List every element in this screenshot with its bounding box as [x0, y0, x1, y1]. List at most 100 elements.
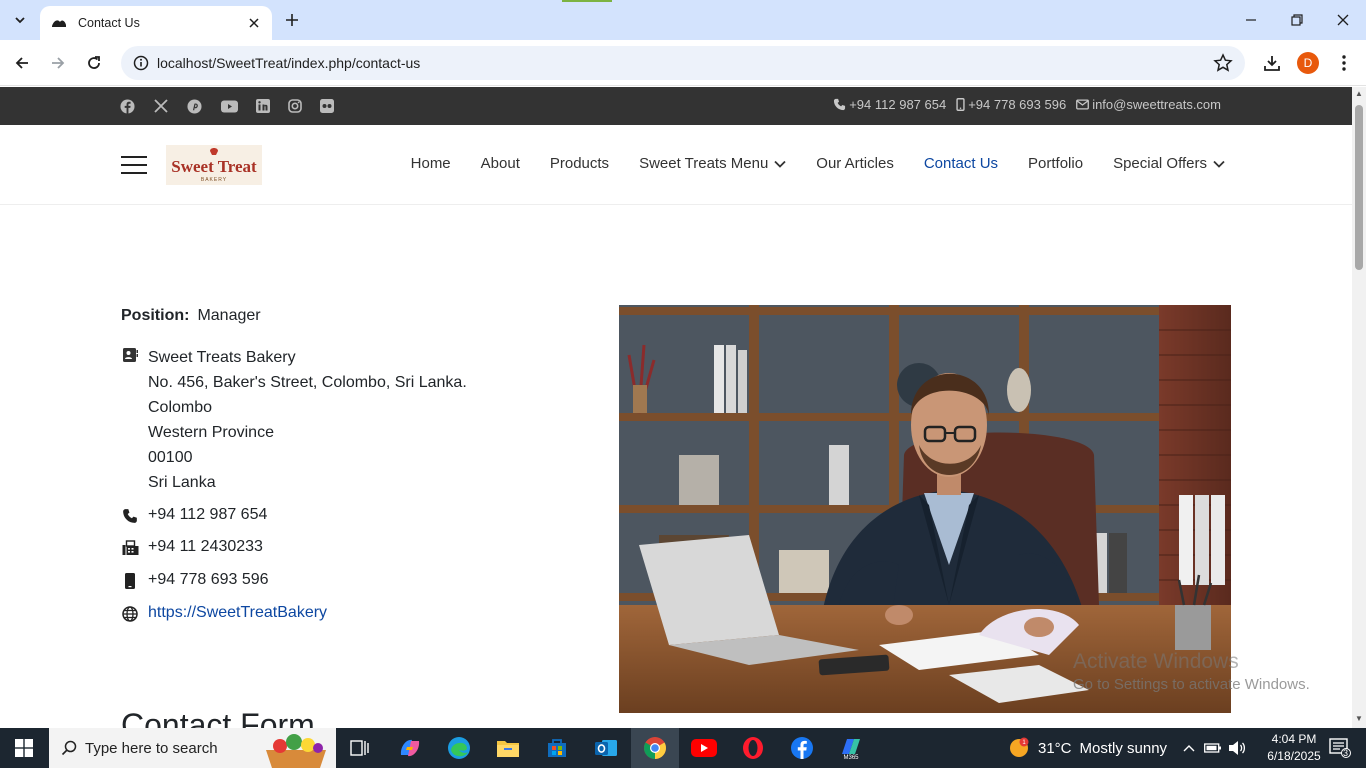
taskbar-facebook[interactable]: [778, 728, 826, 768]
taskbar-opera[interactable]: [729, 728, 777, 768]
start-button[interactable]: [0, 728, 48, 768]
web-page: +94 112 987 654 +94 778 693 596 info@swe…: [0, 87, 1352, 728]
browser-toolbar: localhost/SweetTreat/index.php/contact-u…: [0, 40, 1366, 86]
taskbar-search[interactable]: Type here to search: [49, 728, 336, 768]
taskbar-microsoft365[interactable]: M365: [827, 728, 875, 768]
taskbar-weather[interactable]: 1 31°C Mostly sunny: [1008, 728, 1167, 768]
search-highlight-fruit-icon: [266, 734, 326, 768]
nav-special-offers[interactable]: Special Offers: [1113, 155, 1225, 172]
contact-address: Sweet Treats Bakery No. 456, Baker's Str…: [121, 345, 467, 495]
top-contact-info: +94 112 987 654 +94 778 693 596 info@swe…: [833, 97, 1221, 112]
browser-tab[interactable]: Contact Us: [40, 6, 272, 40]
site-header: Sweet Treat BAKERY Home About Products S…: [0, 125, 1352, 205]
mobile-value: +94 778 693 596: [148, 571, 269, 588]
taskbar-store[interactable]: [533, 728, 581, 768]
taskbar-chrome[interactable]: [631, 728, 679, 768]
x-icon[interactable]: [152, 97, 170, 115]
bookmark-star-icon[interactable]: [1213, 53, 1233, 73]
forward-button[interactable]: [46, 51, 70, 75]
mobile-phone-icon: [121, 572, 139, 590]
restore-button[interactable]: [1282, 8, 1312, 32]
notification-center-button[interactable]: 3: [1320, 728, 1360, 768]
taskbar-file-explorer[interactable]: [484, 728, 532, 768]
site-info-icon[interactable]: [131, 53, 151, 73]
task-view-button[interactable]: [336, 728, 384, 768]
main-navigation: Home About Products Sweet Treats Menu Ou…: [411, 155, 1225, 172]
close-tab-icon[interactable]: [246, 15, 262, 31]
linkedin-icon[interactable]: [254, 97, 272, 115]
nav-products[interactable]: Products: [550, 155, 609, 172]
tab-search-button[interactable]: [8, 8, 32, 32]
close-icon: [1337, 14, 1349, 26]
website-link[interactable]: https://SweetTreatBakery: [148, 604, 327, 622]
taskbar-outlook[interactable]: [582, 728, 630, 768]
scroll-down-arrow-icon[interactable]: ▼: [1355, 715, 1363, 723]
instagram-icon[interactable]: [286, 97, 304, 115]
browser-menu-button[interactable]: [1332, 51, 1356, 75]
taskbar-edge[interactable]: [435, 728, 483, 768]
nav-home[interactable]: Home: [411, 155, 451, 172]
position-label: Position:: [121, 307, 190, 324]
address-card-icon: [121, 346, 139, 364]
copilot-icon: [400, 739, 420, 757]
phone-icon: [121, 507, 139, 525]
nav-contact-us[interactable]: Contact Us: [924, 155, 998, 172]
task-view-icon: [350, 740, 369, 756]
address-line: No. 456, Baker's Street, Colombo, Sri La…: [148, 374, 467, 391]
contact-mobile: +94 778 693 596: [121, 571, 269, 590]
taskbar-clock[interactable]: 4:04 PM 6/18/2025: [1262, 731, 1326, 765]
top-mobile[interactable]: +94 778 693 596: [956, 97, 1066, 112]
pinterest-icon[interactable]: [185, 97, 203, 115]
scrollbar-thumb[interactable]: [1355, 105, 1363, 270]
taskbar-youtube[interactable]: [680, 728, 728, 768]
back-button[interactable]: [10, 51, 34, 75]
address-bar[interactable]: localhost/SweetTreat/index.php/contact-u…: [121, 46, 1245, 80]
nav-portfolio[interactable]: Portfolio: [1028, 155, 1083, 172]
address-lines: Sweet Treats Bakery No. 456, Baker's Str…: [148, 345, 467, 495]
downloads-button[interactable]: [1260, 51, 1284, 75]
page-scrollbar[interactable]: ▲ ▼: [1352, 87, 1366, 728]
reload-icon: [88, 56, 100, 69]
sweet-treat-logo[interactable]: Sweet Treat BAKERY: [166, 145, 262, 185]
windows-logo-icon: [15, 739, 33, 757]
svg-text:BAKERY: BAKERY: [201, 177, 227, 183]
show-hidden-icons-button[interactable]: [1178, 728, 1200, 768]
top-email[interactable]: info@sweettreats.com: [1076, 97, 1221, 112]
windows-taskbar: Type here to search M365 1 31°C Mostly s…: [0, 728, 1366, 768]
volume-tray-icon[interactable]: [1226, 728, 1248, 768]
battery-icon: [1204, 743, 1221, 753]
contact-fax: +94 11 2430233: [121, 538, 263, 557]
url-text[interactable]: localhost/SweetTreat/index.php/contact-u…: [157, 55, 420, 71]
hamburger-menu-icon[interactable]: [121, 156, 147, 174]
reload-button[interactable]: [82, 51, 106, 75]
restore-icon: [1291, 14, 1303, 26]
flickr-icon[interactable]: [318, 97, 336, 115]
minimize-icon: [1246, 19, 1256, 21]
kebab-menu-icon: [1342, 55, 1346, 71]
chevron-down-icon: [15, 17, 25, 24]
top-phone[interactable]: +94 112 987 654: [833, 97, 946, 112]
nav-about[interactable]: About: [481, 155, 520, 172]
microsoft365-icon: M365: [842, 739, 860, 760]
close-window-button[interactable]: [1328, 8, 1358, 32]
minimize-button[interactable]: [1236, 8, 1266, 32]
contact-telephone: +94 112 987 654: [121, 506, 267, 525]
arrow-left-icon: [15, 57, 28, 69]
youtube-icon[interactable]: [220, 97, 238, 115]
nav-sweet-treats-menu[interactable]: Sweet Treats Menu: [639, 155, 786, 172]
browser-tab-bar: Contact Us: [0, 0, 1366, 40]
nav-our-articles[interactable]: Our Articles: [816, 155, 894, 172]
chevron-down-icon: [774, 160, 786, 168]
facebook-icon[interactable]: [118, 97, 136, 115]
telephone-value: +94 112 987 654: [148, 506, 268, 523]
profile-button[interactable]: D: [1296, 51, 1320, 75]
address-line: Western Province: [148, 424, 274, 441]
sun-weather-icon: 1: [1010, 737, 1029, 757]
folder-icon: [497, 741, 519, 757]
taskbar-copilot[interactable]: [386, 728, 434, 768]
new-tab-button[interactable]: [280, 8, 304, 32]
notification-count: 3: [1343, 748, 1349, 758]
outlook-icon: [595, 740, 617, 756]
scroll-up-arrow-icon[interactable]: ▲: [1355, 90, 1363, 98]
battery-tray-icon[interactable]: [1202, 728, 1224, 768]
